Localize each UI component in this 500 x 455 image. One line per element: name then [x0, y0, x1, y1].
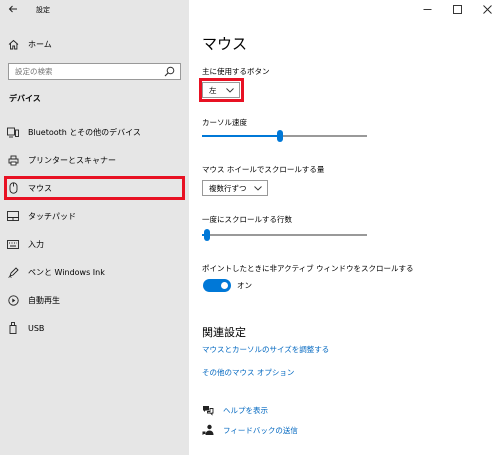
- lines-to-scroll-slider[interactable]: [202, 229, 367, 241]
- selection-highlight-box: [4, 176, 185, 200]
- sidebar-item-printers[interactable]: プリンターとスキャナー: [0, 149, 189, 171]
- slider-track: [202, 234, 367, 236]
- slider-fill: [202, 135, 280, 137]
- inactive-scroll-toggle[interactable]: [203, 279, 231, 292]
- wheel-scroll-dropdown[interactable]: 複数行ずつ: [202, 180, 268, 196]
- touchpad-icon: [7, 210, 19, 222]
- sidebar-item-label: 入力: [28, 239, 44, 249]
- slider-thumb[interactable]: [203, 229, 210, 241]
- chevron-down-icon: [254, 184, 262, 192]
- search-input[interactable]: [15, 64, 155, 79]
- sidebar-item-touchpad[interactable]: タッチパッド: [0, 205, 189, 227]
- lines-to-scroll-label: 一度にスクロールする行数: [202, 215, 292, 224]
- wheel-scroll-value: 複数行ずつ: [209, 183, 247, 193]
- sidebar-item-bluetooth[interactable]: Bluetooth とその他のデバイス: [0, 121, 189, 143]
- help-row[interactable]: ヘルプを表示: [202, 403, 268, 417]
- sidebar-item-label: 自動再生: [28, 295, 60, 305]
- settings-window: 設定 ホーム デバイス Bluetooth とその他のデバイス プリンターとス: [0, 0, 500, 455]
- toggle-state-label: オン: [237, 281, 252, 290]
- maximize-icon[interactable]: [447, 2, 467, 16]
- page-title: マウス: [202, 35, 248, 53]
- sidebar-item-home[interactable]: ホーム: [0, 33, 189, 55]
- feedback-row[interactable]: フィードバックの送信: [202, 423, 298, 437]
- primary-button-label: 主に使用するボタン: [202, 67, 270, 76]
- sidebar-item-autoplay[interactable]: 自動再生: [0, 289, 189, 311]
- sidebar-item-label: プリンターとスキャナー: [28, 155, 116, 165]
- sidebar-item-label: Bluetooth とその他のデバイス: [28, 127, 141, 137]
- pen-icon: [7, 266, 19, 278]
- link-adjust-cursor-size[interactable]: マウスとカーソルのサイズを調整する: [202, 344, 329, 355]
- printer-icon: [7, 154, 19, 166]
- autoplay-icon: [7, 294, 19, 306]
- slider-thumb[interactable]: [276, 130, 283, 142]
- sidebar-item-pen[interactable]: ペンと Windows Ink: [0, 261, 189, 283]
- help-chat-icon: [202, 404, 214, 416]
- search-box[interactable]: [8, 63, 181, 80]
- sidebar-home-label: ホーム: [28, 39, 52, 49]
- minimize-icon[interactable]: [417, 2, 437, 16]
- cursor-speed-slider[interactable]: [202, 130, 367, 142]
- home-icon: [7, 38, 19, 50]
- sidebar-item-label: タッチパッド: [28, 211, 76, 221]
- feedback-person-icon: [202, 424, 214, 436]
- sidebar-item-usb[interactable]: USB: [0, 317, 189, 339]
- wheel-scroll-label: マウス ホイールでスクロールする量: [202, 165, 325, 174]
- toggle-knob: [221, 282, 228, 289]
- help-link[interactable]: ヘルプを表示: [223, 405, 268, 416]
- main-panel: マウス 主に使用するボタン 左 カーソル速度 マウス ホイールでスクロールする量…: [189, 0, 500, 455]
- usb-icon: [7, 322, 19, 334]
- sidebar-item-label: ペンと Windows Ink: [28, 267, 105, 277]
- sidebar: 設定 ホーム デバイス Bluetooth とその他のデバイス プリンターとス: [0, 0, 189, 455]
- feedback-link[interactable]: フィードバックの送信: [223, 425, 298, 436]
- search-icon[interactable]: [164, 66, 175, 77]
- highlight-box-primary-button: [199, 78, 244, 102]
- bluetooth-devices-icon: [7, 126, 19, 138]
- sidebar-item-typing[interactable]: 入力: [0, 233, 189, 255]
- related-settings-title: 関連設定: [202, 326, 246, 339]
- inactive-scroll-label: ポイントしたときに非アクティブ ウィンドウをスクロールする: [202, 264, 414, 273]
- section-label-devices: デバイス: [9, 94, 41, 103]
- back-arrow-icon[interactable]: [6, 2, 20, 16]
- cursor-speed-label: カーソル速度: [202, 118, 247, 127]
- close-icon[interactable]: [477, 2, 497, 16]
- window-title: 設定: [36, 6, 50, 14]
- keyboard-icon: [7, 238, 19, 250]
- sidebar-item-label: USB: [28, 323, 45, 333]
- link-additional-mouse-options[interactable]: その他のマウス オプション: [202, 367, 294, 378]
